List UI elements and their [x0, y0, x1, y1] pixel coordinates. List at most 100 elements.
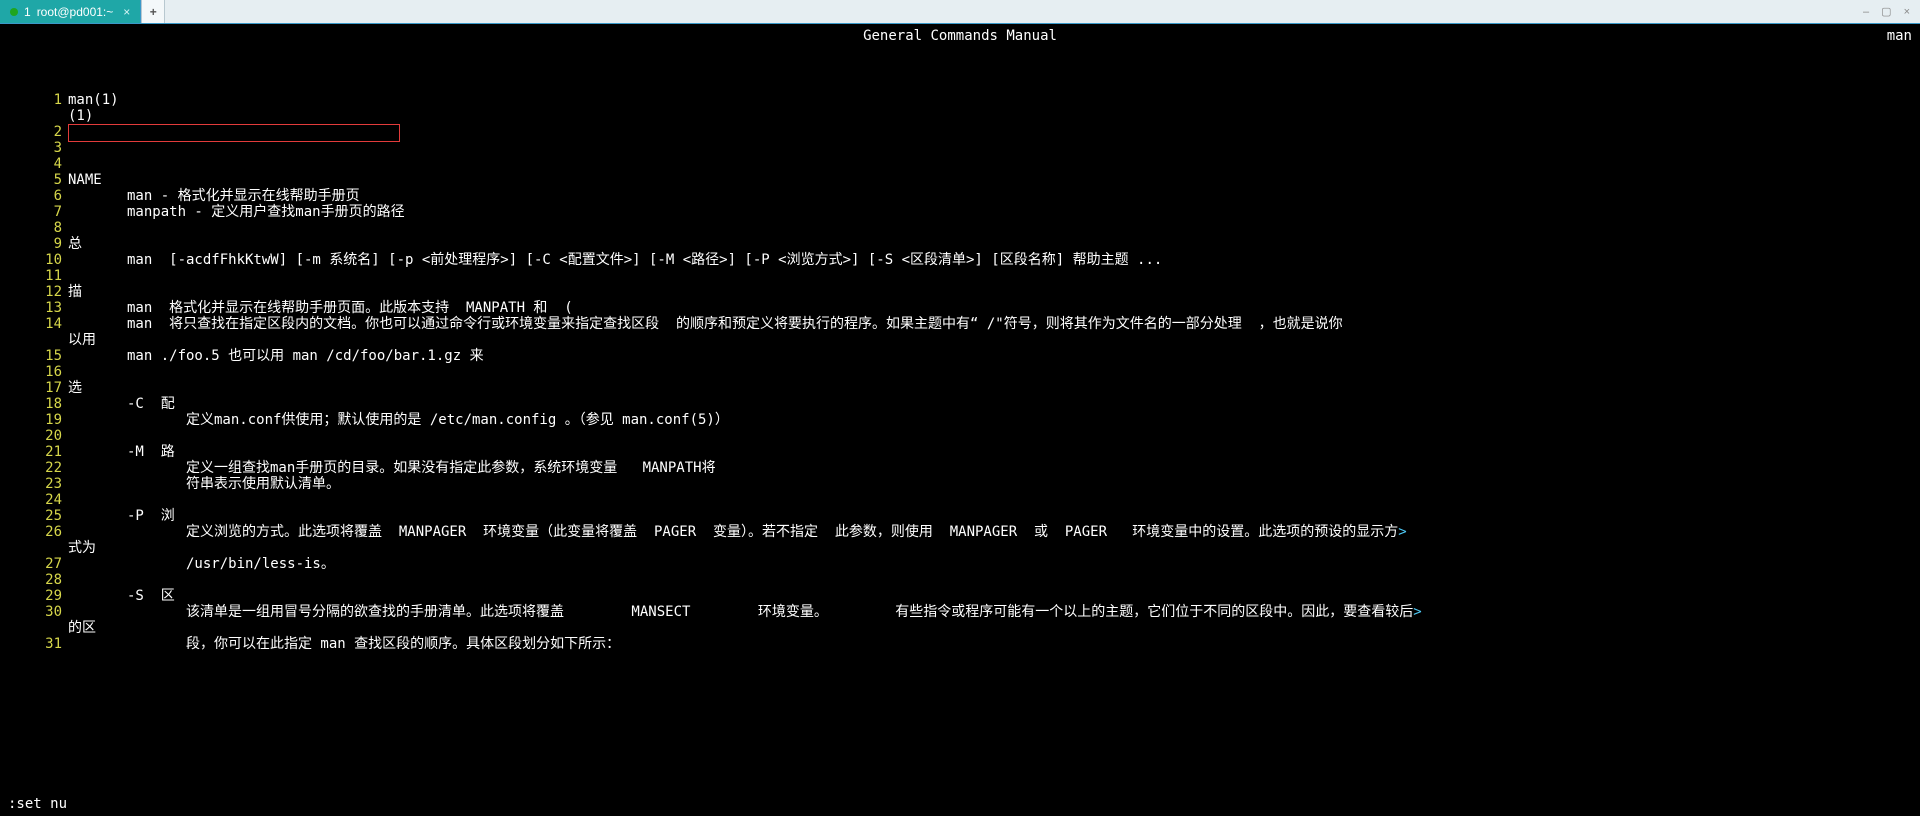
- line-number: 8: [8, 220, 68, 236]
- line-text: [68, 220, 1912, 236]
- terminal-line: 式为: [8, 540, 1912, 556]
- line-number: 27: [8, 556, 68, 572]
- terminal-line: 23 符串表示使用默认清单。: [8, 476, 1912, 492]
- terminal-line: 10 man [-acdfFhkKtwW] [-m 系统名] [-p <前处理程…: [8, 252, 1912, 268]
- window-controls: – ▢ ×: [1853, 4, 1920, 20]
- terminal-line: 6 man - 格式化并显示在线帮助手册页: [8, 188, 1912, 204]
- line-number: 16: [8, 364, 68, 380]
- line-text: 定义浏览的方式。此选项将覆盖 MANPAGER 环境变量（此变量将覆盖 PAGE…: [68, 524, 1912, 540]
- line-number: 12: [8, 284, 68, 300]
- close-window-icon[interactable]: ×: [1904, 4, 1910, 20]
- line-number: 9: [8, 236, 68, 252]
- line-number: [8, 540, 68, 556]
- terminal-line: (1): [8, 108, 1912, 124]
- line-text: [68, 428, 1912, 444]
- line-text: -P 浏: [68, 508, 1912, 524]
- terminal-line: 16: [8, 364, 1912, 380]
- new-tab-button[interactable]: +: [141, 0, 165, 23]
- line-text: 符串表示使用默认清单。: [68, 476, 1912, 492]
- line-number: 11: [8, 268, 68, 284]
- line-text: man 将只查找在指定区段内的文档。你也可以通过命令行或环境变量来指定查找区段 …: [68, 316, 1912, 332]
- line-text: manpath - 定义用户查找man手册页的路径: [68, 204, 1912, 220]
- line-number: [8, 332, 68, 348]
- line-number: 17: [8, 380, 68, 396]
- tab-title: root@pd001:~: [37, 4, 114, 20]
- line-text: man 格式化并显示在线帮助手册页面。此版本支持 MANPATH 和 (: [68, 300, 1912, 316]
- line-number: 6: [8, 188, 68, 204]
- tab-index: 1: [24, 4, 31, 20]
- terminal-line: 25 -P 浏: [8, 508, 1912, 524]
- terminal-tab[interactable]: 1 root@pd001:~ ×: [0, 0, 141, 23]
- connection-status-icon: [10, 8, 18, 16]
- line-text: [68, 140, 1912, 156]
- terminal-line: 22 定义一组查找man手册页的目录。如果没有指定此参数，系统环境变量 MANP…: [8, 460, 1912, 476]
- terminal-line: 13 man 格式化并显示在线帮助手册页面。此版本支持 MANPATH 和 (: [8, 300, 1912, 316]
- line-number: 20: [8, 428, 68, 444]
- line-wrap-icon: >: [1413, 604, 1421, 620]
- man-page-header-center: General Commands Manual: [0, 28, 1920, 44]
- line-number: [8, 108, 68, 124]
- close-icon[interactable]: ×: [123, 4, 130, 20]
- terminal-line: 19 定义man.conf供使用；默认使用的是 /etc/man.config …: [8, 412, 1912, 428]
- line-number: 21: [8, 444, 68, 460]
- line-number: 24: [8, 492, 68, 508]
- line-text: 段，你可以在此指定 man 查找区段的顺序。具体区段划分如下所示：: [68, 636, 1912, 652]
- terminal-line: 11: [8, 268, 1912, 284]
- line-text: 的区: [68, 620, 1912, 636]
- line-number: 1: [8, 92, 68, 108]
- terminal-viewport[interactable]: General Commands Manual man 1man(1)(1) 23…: [0, 24, 1920, 816]
- terminal-line: 21 -M 路: [8, 444, 1912, 460]
- line-text: -C 配: [68, 396, 1912, 412]
- line-text: -M 路: [68, 444, 1912, 460]
- line-wrap-icon: >: [1398, 524, 1406, 540]
- terminal-line: 以用: [8, 332, 1912, 348]
- terminal-line: 30 该清单是一组用冒号分隔的欲查找的手册清单。此选项将覆盖 MANSECT 环…: [8, 604, 1912, 620]
- line-text: 选: [68, 380, 1912, 396]
- tab-bar: 1 root@pd001:~ × + – ▢ ×: [0, 0, 1920, 24]
- line-number: 4: [8, 156, 68, 172]
- line-number: 3: [8, 140, 68, 156]
- terminal-line: 28: [8, 572, 1912, 588]
- line-text: /usr/bin/less-is。: [68, 556, 1912, 572]
- line-text: [68, 364, 1912, 380]
- line-number: 13: [8, 300, 68, 316]
- line-number: 30: [8, 604, 68, 620]
- line-number: 25: [8, 508, 68, 524]
- terminal-line: 17选: [8, 380, 1912, 396]
- minimize-icon[interactable]: –: [1863, 4, 1869, 20]
- line-text: 该清单是一组用冒号分隔的欲查找的手册清单。此选项将覆盖 MANSECT 环境变量…: [68, 604, 1912, 620]
- terminal-line: 12描: [8, 284, 1912, 300]
- line-text: 描: [68, 284, 1912, 300]
- line-number: 7: [8, 204, 68, 220]
- terminal-line: 14 man 将只查找在指定区段内的文档。你也可以通过命令行或环境变量来指定查找…: [8, 316, 1912, 332]
- line-text: 定义一组查找man手册页的目录。如果没有指定此参数，系统环境变量 MANPATH…: [68, 460, 1912, 476]
- line-number: 5: [8, 172, 68, 188]
- man-page-header-right: man: [1887, 28, 1912, 44]
- line-text: [68, 156, 1912, 172]
- terminal-line: 5NAME: [8, 172, 1912, 188]
- line-text: man ./foo.5 也可以用 man /cd/foo/bar.1.gz 来: [68, 348, 1912, 364]
- line-text: NAME: [68, 172, 1912, 188]
- maximize-icon[interactable]: ▢: [1881, 4, 1891, 20]
- line-number: 10: [8, 252, 68, 268]
- line-text: [68, 572, 1912, 588]
- line-text: man [-acdfFhkKtwW] [-m 系统名] [-p <前处理程序>]…: [68, 252, 1912, 268]
- terminal-line: 4: [8, 156, 1912, 172]
- terminal-line: 3: [8, 140, 1912, 156]
- line-text: [68, 492, 1912, 508]
- line-number: 14: [8, 316, 68, 332]
- line-text: man(1): [68, 92, 1912, 108]
- vim-command-line[interactable]: :set nu: [8, 796, 67, 812]
- terminal-line: 24: [8, 492, 1912, 508]
- line-text: man - 格式化并显示在线帮助手册页: [68, 188, 1912, 204]
- terminal-line: 18 -C 配: [8, 396, 1912, 412]
- line-number: 22: [8, 460, 68, 476]
- line-text: -S 区: [68, 588, 1912, 604]
- terminal-line: 15 man ./foo.5 也可以用 man /cd/foo/bar.1.gz…: [8, 348, 1912, 364]
- terminal-line: 27 /usr/bin/less-is。: [8, 556, 1912, 572]
- line-number: 15: [8, 348, 68, 364]
- line-text: (1): [68, 108, 1912, 124]
- terminal-line: 29 -S 区: [8, 588, 1912, 604]
- line-number: 28: [8, 572, 68, 588]
- terminal-line: 9总: [8, 236, 1912, 252]
